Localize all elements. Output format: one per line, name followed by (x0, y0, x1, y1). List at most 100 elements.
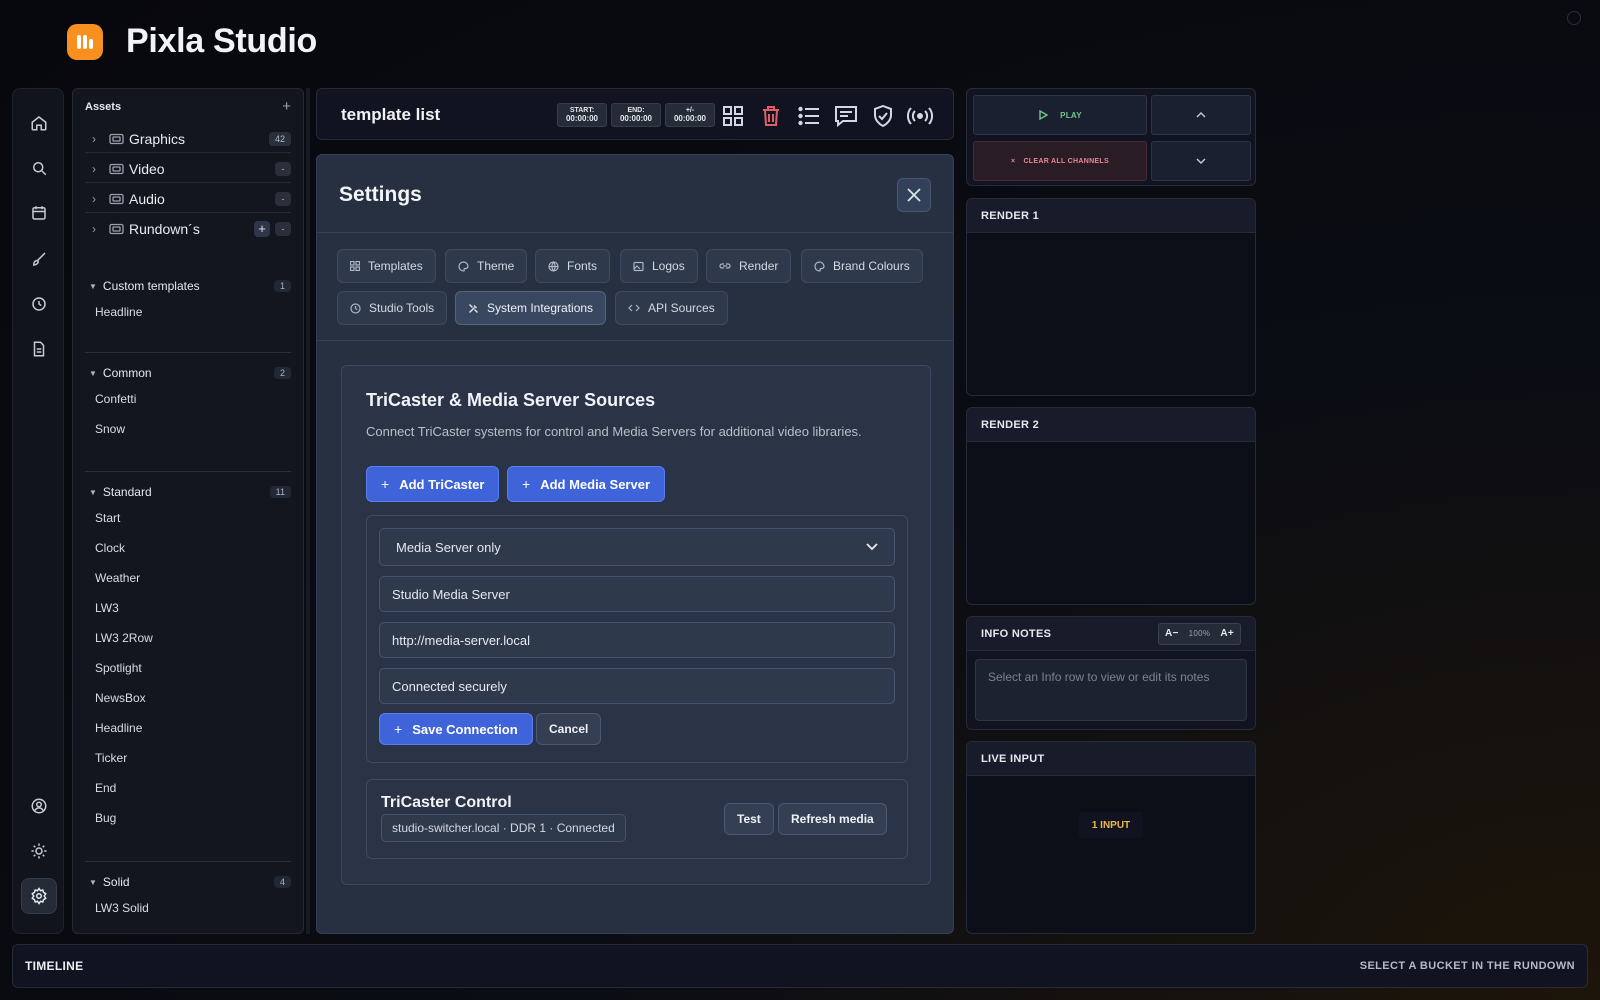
end-time[interactable]: END: 00:00:00 (611, 103, 661, 127)
app-title: Pixla Studio (126, 22, 317, 60)
chevron-down-icon (866, 543, 878, 551)
chevron-right-icon: › (92, 191, 96, 206)
sun-icon[interactable] (21, 833, 57, 869)
tab-studio-tools[interactable]: Studio Tools (337, 291, 448, 325)
template-item[interactable]: Confetti (95, 392, 136, 406)
template-item[interactable]: Weather (95, 571, 140, 585)
group-solid[interactable]: ▼ Solid 4 (89, 875, 291, 889)
tab-api-sources[interactable]: API Sources (615, 291, 728, 325)
user-icon[interactable] (21, 788, 57, 824)
tab-label: System Integrations (487, 301, 594, 315)
calendar-icon[interactable] (21, 195, 57, 231)
divider (85, 352, 291, 353)
clear-all-channels-button[interactable]: × CLEAR ALL CHANNELS (973, 141, 1147, 181)
grid-icon[interactable] (720, 103, 746, 129)
delta-label: +/- (685, 107, 695, 114)
caret-down-icon: ▼ (89, 487, 97, 497)
toolbar-title: template list (341, 105, 441, 124)
document-icon[interactable] (21, 331, 57, 367)
group-common[interactable]: ▼ Common 2 (89, 366, 291, 380)
connection-status-field[interactable] (379, 668, 895, 704)
settings-panel: Settings Templates Theme Fonts Logos Ren… (316, 154, 954, 934)
add-media-server-button[interactable]: + Add Media Server (507, 466, 666, 502)
tab-system-integrations[interactable]: System Integrations (455, 291, 607, 325)
delta-value: 00:00:00 (673, 114, 707, 123)
plus-icon: + (522, 476, 531, 492)
app-logo (67, 24, 103, 60)
connection-type-select[interactable]: Media Server only (379, 528, 895, 566)
template-item[interactable]: Start (95, 511, 120, 525)
template-item[interactable]: Ticker (95, 751, 127, 765)
template-item[interactable]: Headline (95, 305, 142, 319)
clock-icon (350, 302, 361, 314)
search-icon[interactable] (21, 150, 57, 186)
shield-check-icon[interactable] (870, 103, 896, 129)
tab-logos[interactable]: Logos (620, 249, 698, 283)
comment-icon[interactable] (833, 103, 859, 129)
grid-icon (350, 261, 360, 271)
folder-icon (103, 193, 129, 205)
zoom-out-button[interactable]: A− (1165, 628, 1179, 639)
zoom-in-button[interactable]: A+ (1220, 628, 1234, 639)
home-icon[interactable] (21, 105, 57, 141)
tab-render[interactable]: Render (706, 249, 792, 283)
info-notes-title: INFO NOTES (981, 627, 1052, 640)
folder-audio[interactable]: › Audio - (85, 185, 291, 213)
timeline-hint: SELECT A BUCKET IN THE RUNDOWN (1359, 960, 1575, 972)
server-url-field[interactable] (379, 622, 895, 658)
list-icon[interactable] (796, 103, 822, 129)
add-asset-button[interactable]: + (282, 98, 291, 115)
link-icon (719, 263, 731, 269)
info-notes-panel: INFO NOTES A− 100% A+ Select an Info row… (966, 616, 1256, 730)
close-settings-button[interactable] (897, 178, 931, 212)
start-time[interactable]: START: 00:00:00 (557, 103, 607, 127)
folder-video[interactable]: › Video - (85, 155, 291, 183)
zoom-level: 100% (1188, 629, 1211, 638)
button-label: Save Connection (412, 721, 518, 737)
delta-time[interactable]: +/- 00:00:00 (665, 103, 715, 127)
template-item[interactable]: Clock (95, 541, 125, 555)
folder-rundowns[interactable]: › Rundown´s + - (85, 215, 291, 243)
add-tricaster-button[interactable]: + Add TriCaster (366, 466, 500, 502)
template-item[interactable]: LW3 2Row (95, 631, 153, 645)
add-rundown-button[interactable]: + (254, 221, 270, 237)
template-item[interactable]: LW3 (95, 601, 119, 615)
template-item[interactable]: Spotlight (95, 661, 142, 675)
tab-fonts[interactable]: Fonts (535, 249, 611, 283)
status-indicator-icon (1567, 11, 1581, 25)
info-notes-textarea[interactable]: Select an Info row to view or edit its n… (975, 659, 1247, 721)
assets-scrollbar[interactable] (306, 88, 310, 934)
move-down-button[interactable] (1151, 141, 1251, 181)
move-up-button[interactable] (1151, 95, 1251, 135)
tab-brand-colours[interactable]: Brand Colours (801, 249, 923, 283)
broadcast-icon[interactable] (907, 103, 933, 129)
tab-templates[interactable]: Templates (337, 249, 436, 283)
assets-title: Assets (85, 101, 122, 113)
gear-icon[interactable] (21, 878, 57, 914)
cancel-button[interactable]: Cancel (536, 713, 602, 745)
template-item[interactable]: Headline (95, 721, 142, 735)
divider (317, 340, 953, 341)
tab-label: API Sources (648, 301, 715, 315)
template-item[interactable]: End (95, 781, 116, 795)
nav-rail (12, 88, 64, 934)
folder-graphics[interactable]: › Graphics 42 (85, 125, 291, 153)
clock-icon[interactable] (21, 286, 57, 322)
play-button[interactable]: PLAY (973, 95, 1147, 135)
trash-icon[interactable] (758, 103, 784, 129)
group-standard[interactable]: ▼ Standard 11 (89, 485, 291, 499)
template-item[interactable]: Snow (95, 422, 125, 436)
tab-theme[interactable]: Theme (445, 249, 528, 283)
end-label: END: (627, 107, 645, 114)
server-name-field[interactable] (379, 576, 895, 612)
save-connection-button[interactable]: + Save Connection (379, 713, 533, 745)
template-item[interactable]: Bug (95, 811, 116, 825)
tab-label: Fonts (567, 259, 598, 273)
template-item[interactable]: LW3 Solid (95, 901, 149, 915)
group-custom-templates[interactable]: ▼ Custom templates 1 (89, 279, 291, 293)
refresh-media-button[interactable]: Refresh media (778, 803, 887, 835)
template-item[interactable]: NewsBox (95, 691, 146, 705)
test-button[interactable]: Test (724, 803, 774, 835)
brush-icon[interactable] (21, 241, 57, 277)
plus-icon: + (394, 721, 403, 737)
